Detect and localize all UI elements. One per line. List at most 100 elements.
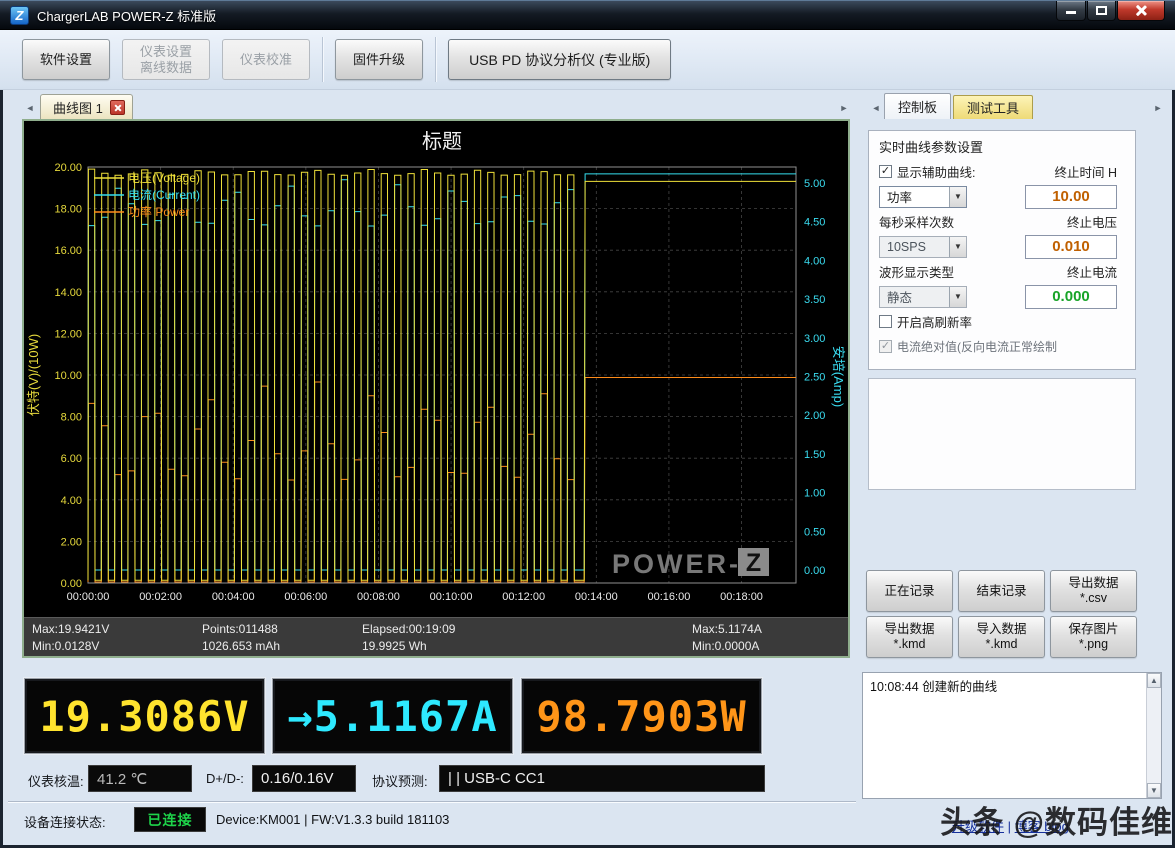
tab-test-tools[interactable]: 测试工具 (953, 95, 1033, 119)
meter-calibration-button[interactable]: 仪表校准 (222, 39, 310, 80)
stop-recording-button-label: 结束记录 (976, 584, 1026, 599)
checkbox-unchecked-icon[interactable] (879, 315, 892, 328)
stat-min-current: Min:0.0000A (692, 638, 840, 655)
svg-text:00:18:00: 00:18:00 (720, 591, 763, 603)
minimize-button[interactable] (1056, 1, 1086, 21)
svg-text:00:06:00: 00:06:00 (284, 591, 327, 603)
svg-text:00:00:00: 00:00:00 (67, 591, 110, 603)
end-current-input[interactable] (1025, 285, 1117, 309)
chart-tabs-scroll-right-icon[interactable]: ► (836, 98, 852, 118)
svg-text:00:12:00: 00:12:00 (502, 591, 545, 603)
svg-text:标题: 标题 (422, 130, 462, 153)
software-settings-button[interactable]: 软件设置 (22, 39, 110, 80)
end-voltage-label: 终止电压 (1067, 212, 1117, 231)
checkbox-checked-disabled-icon: ✓ (879, 340, 892, 353)
show-aux-curve-checkbox-row[interactable]: ✓ 显示辅助曲线: (879, 162, 975, 181)
end-voltage-input[interactable] (1025, 235, 1117, 259)
scroll-down-icon[interactable]: ▼ (1147, 783, 1161, 798)
toutiao-watermark: 头条 @数码佳维 (940, 797, 1173, 842)
svg-text:0.50: 0.50 (804, 526, 825, 538)
svg-text:电压(Voltage): 电压(Voltage) (128, 171, 200, 185)
svg-text:6.00: 6.00 (61, 453, 82, 465)
svg-text:00:16:00: 00:16:00 (648, 591, 691, 603)
save-png-button[interactable]: 保存图片 *.png (1050, 616, 1137, 658)
stat-max-current: Max:5.1174A (692, 621, 840, 638)
svg-text:0.00: 0.00 (804, 565, 825, 577)
import-kmd-button[interactable]: 导入数据 *.kmd (958, 616, 1045, 658)
svg-text:3.00: 3.00 (804, 333, 825, 345)
svg-text:2.00: 2.00 (804, 410, 825, 422)
device-info: Device:KM001 | FW:V1.3.3 build 181103 (216, 812, 449, 827)
log-scrollbar[interactable]: ▲ ▼ (1146, 673, 1161, 798)
tab-curve-chart-1[interactable]: 曲线图 1 (40, 94, 133, 119)
abs-current-label: 电流绝对值(反向电流正常绘制 (897, 338, 1057, 355)
checkbox-checked-icon[interactable]: ✓ (879, 165, 892, 178)
chart-tabstrip: ◄ 曲线图 1 ► (22, 92, 852, 119)
svg-text:5.00: 5.00 (804, 178, 825, 190)
panel-tabs-scroll-right-icon[interactable]: ► (1150, 98, 1166, 118)
firmware-upgrade-button[interactable]: 固件升级 (335, 39, 423, 80)
end-time-label: 终止时间 H (1054, 162, 1117, 181)
export-kmd-line2: *.kmd (894, 637, 926, 652)
end-time-input[interactable] (1025, 185, 1117, 209)
stat-wh: 19.9925 Wh (362, 638, 692, 655)
svg-text:16.00: 16.00 (54, 245, 82, 257)
show-aux-curve-label: 显示辅助曲线: (897, 162, 975, 181)
svg-text:10.00: 10.00 (54, 370, 82, 382)
record-export-buttons: 正在记录 结束记录 导出数据 *.csv 导出数据 *.kmd 导入数据 *.k… (866, 570, 1140, 658)
event-log: 10:08:44 创建新的曲线 ▲ ▼ (862, 672, 1162, 799)
power-display: 98.7903W (521, 678, 762, 754)
connection-status-badge: 已连接 (134, 807, 206, 832)
power-select[interactable]: 功率 ▼ (879, 186, 967, 208)
tab-close-icon[interactable] (110, 100, 125, 115)
svg-text:电流(Current): 电流(Current) (128, 188, 200, 202)
svg-text:12.00: 12.00 (54, 328, 82, 340)
recording-button-label: 正在记录 (884, 584, 934, 599)
chevron-down-icon[interactable]: ▼ (949, 287, 966, 307)
close-button[interactable] (1117, 1, 1165, 21)
meter-offline-data-button[interactable]: 仪表设置 离线数据 (122, 39, 210, 80)
export-kmd-button[interactable]: 导出数据 *.kmd (866, 616, 953, 658)
chart-tabs-scroll-left-icon[interactable]: ◄ (22, 98, 38, 118)
sps-select[interactable]: 10SPS ▼ (879, 236, 967, 258)
dpdm-value: 0.16/0.16V (252, 765, 356, 792)
minimize-icon (1066, 11, 1076, 14)
app-logo-icon: Z (10, 6, 29, 25)
svg-text:00:08:00: 00:08:00 (357, 591, 400, 603)
maximize-button[interactable] (1087, 1, 1116, 21)
svg-text:00:02:00: 00:02:00 (139, 591, 182, 603)
svg-text:1.50: 1.50 (804, 449, 825, 461)
panel-tabs-scroll-left-icon[interactable]: ◄ (868, 98, 884, 118)
high-refresh-label: 开启高刷新率 (897, 312, 972, 331)
high-refresh-checkbox-row[interactable]: 开启高刷新率 (879, 312, 972, 331)
recording-button[interactable]: 正在记录 (866, 570, 953, 612)
save-png-line2: *.png (1079, 637, 1108, 652)
titlebar: Z ChargerLAB POWER-Z 标准版 (0, 0, 1175, 30)
scroll-up-icon[interactable]: ▲ (1147, 673, 1161, 688)
window-title: ChargerLAB POWER-Z 标准版 (37, 6, 216, 25)
power-select-value: 功率 (887, 187, 912, 206)
pd-analyzer-button[interactable]: USB PD 协议分析仪 (专业版) (448, 39, 671, 80)
current-display: →5.1167A (272, 678, 513, 754)
sps-select-value: 10SPS (887, 240, 926, 254)
core-temp-label: 仪表核温: (28, 771, 84, 790)
stat-min-voltage: Min:0.0128V (32, 638, 202, 655)
chevron-down-icon[interactable]: ▼ (949, 187, 966, 207)
svg-text:POWER-: POWER- (612, 549, 741, 579)
tab-control-panel[interactable]: 控制板 (884, 93, 951, 119)
svg-text:4.00: 4.00 (804, 255, 825, 267)
sps-label: 每秒采样次数 (879, 212, 954, 231)
save-png-line1: 保存图片 (1068, 622, 1118, 637)
export-kmd-line1: 导出数据 (884, 622, 934, 637)
panel-tabstrip: ◄ 控制板 测试工具 ► (868, 92, 1166, 119)
close-icon (1135, 4, 1148, 17)
wave-type-label: 波形显示类型 (879, 262, 954, 281)
abs-current-checkbox-row[interactable]: ✓ 电流绝对值(反向电流正常绘制 (879, 338, 1057, 355)
meter-offline-line1: 仪表设置 (140, 44, 192, 60)
stop-recording-button[interactable]: 结束记录 (958, 570, 1045, 612)
stat-points: Points:011488 (202, 621, 362, 638)
export-csv-button[interactable]: 导出数据 *.csv (1050, 570, 1137, 612)
chevron-down-icon[interactable]: ▼ (949, 237, 966, 257)
wave-type-select[interactable]: 静态 ▼ (879, 286, 967, 308)
stat-mah: 1026.653 mAh (202, 638, 362, 655)
